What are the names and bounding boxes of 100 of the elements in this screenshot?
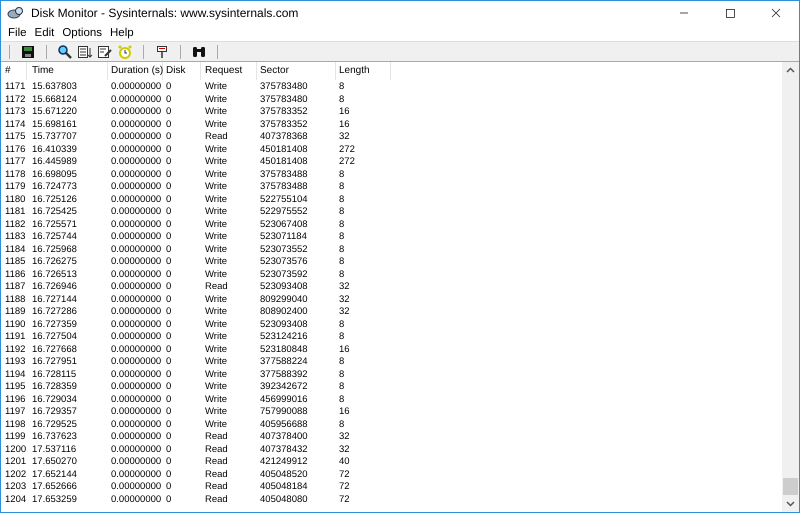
table-cell: Write [205, 118, 227, 130]
table-cell: 0 [166, 281, 172, 292]
menu-item[interactable]: File [5, 27, 32, 39]
table-cell: 0.00000000 [111, 81, 162, 92]
table-cell: 407378368 [260, 131, 308, 142]
table-cell: Write [205, 106, 227, 117]
table-cell: 405048080 [260, 494, 308, 504]
table-cell: 15.698161 [32, 118, 77, 130]
list-icon[interactable] [77, 44, 93, 60]
table-cell: Write [205, 231, 227, 242]
table-cell: 0.00000000 [111, 231, 162, 242]
table-cell: 523073592 [260, 268, 308, 280]
table-cell: 375783480 [260, 94, 308, 104]
table-cell: Write [205, 218, 227, 230]
menu-item[interactable]: Help [107, 27, 139, 39]
vertical-scrollbar[interactable] [782, 62, 799, 512]
table-cell: 1197 [5, 406, 26, 417]
table-cell: 375783488 [260, 168, 308, 180]
table-cell: 0 [166, 306, 172, 317]
table-cell: Read [205, 468, 228, 480]
table-cell: Read [205, 494, 228, 504]
table-cell: Write [205, 356, 227, 367]
table-cell: 32 [339, 131, 350, 142]
table-cell: 0.00000000 [111, 206, 162, 217]
table-cell: 375783352 [260, 118, 308, 130]
table-cell: 0.00000000 [111, 294, 162, 304]
table-cell: 0 [166, 394, 172, 404]
table-cell: 16.727504 [32, 331, 77, 342]
table-cell: 405956688 [260, 418, 308, 430]
table-cell: 16.737623 [32, 431, 77, 442]
table-cell: 8 [339, 318, 344, 330]
table-cell: Read [205, 431, 228, 442]
table-cell: 17.650270 [32, 456, 77, 467]
table-cell: 0.00000000 [111, 394, 162, 404]
table-cell: 523067408 [260, 218, 308, 230]
table-cell: Read [205, 481, 228, 492]
table-cell: 1176 [5, 144, 26, 154]
table-cell: 0 [166, 218, 172, 230]
table-cell: 1185 [5, 256, 26, 267]
table-cell: Write [205, 168, 227, 180]
table-cell: 809299040 [260, 294, 308, 304]
table-cell: Write [205, 418, 227, 430]
scrollbar-thumb[interactable] [783, 478, 798, 495]
save-icon[interactable] [20, 44, 36, 60]
table-cell: 1196 [5, 394, 26, 404]
table-cell: 0.00000000 [111, 468, 162, 480]
table-cell: 1204 [5, 494, 26, 504]
edit-icon[interactable] [97, 44, 113, 60]
table-cell: 0.00000000 [111, 256, 162, 267]
table-cell: Write [205, 294, 227, 304]
table-cell: 16 [339, 118, 350, 130]
table-cell: 0 [166, 494, 172, 504]
table-cell: 456999016 [260, 394, 308, 404]
table-cell: Write [205, 318, 227, 330]
table-cell: 16.727286 [32, 306, 77, 317]
table-cell: 16.725968 [32, 244, 77, 254]
table-cell: 450181408 [260, 156, 308, 167]
table-cell: 1179 [5, 181, 26, 192]
table-cell: 1174 [5, 118, 26, 130]
table-cell: 0 [166, 81, 172, 92]
search-icon[interactable] [57, 44, 73, 60]
table-cell: 375783488 [260, 181, 308, 192]
table-cell: 0.00000000 [111, 318, 162, 330]
table-cell: Write [205, 268, 227, 280]
table-cell: 757990088 [260, 406, 308, 417]
table-cell: 16.726513 [32, 268, 77, 280]
table-cell: 0.00000000 [111, 281, 162, 292]
table-cell: 0.00000000 [111, 431, 162, 442]
table-cell: 0 [166, 244, 172, 254]
table-cell: 0 [166, 318, 172, 330]
table-cell: 15.668124 [32, 94, 77, 104]
table-cell: 0 [166, 144, 172, 154]
table-cell: 407378400 [260, 431, 308, 442]
menu-item[interactable]: Edit [32, 27, 60, 39]
table-cell: 0.00000000 [111, 168, 162, 180]
table-cell: 0 [166, 106, 172, 117]
table-cell: 0 [166, 94, 172, 104]
table-cell: 0 [166, 418, 172, 430]
table-cell: Write [205, 331, 227, 342]
table-cell: 0 [166, 256, 172, 267]
table-cell: 1195 [5, 381, 26, 392]
table-cell: 17.652666 [32, 481, 77, 492]
table-cell: 32 [339, 281, 350, 292]
table-cell: 16.698095 [32, 168, 77, 180]
table-cell: 392342672 [260, 381, 308, 392]
table-cell: 523093408 [260, 318, 308, 330]
table-cell: 15.637803 [32, 81, 77, 92]
table-cell: 0 [166, 231, 172, 242]
table-cell: Write [205, 244, 227, 254]
table-cell: 0.00000000 [111, 368, 162, 380]
table-cell: 8 [339, 181, 344, 192]
table-cell: Read [205, 444, 228, 454]
table-cell: 16.728359 [32, 381, 77, 392]
table-cell: 16.725744 [32, 231, 77, 242]
table-cell: Write [205, 394, 227, 404]
filter-icon[interactable] [154, 44, 170, 60]
table-cell: 32 [339, 444, 350, 454]
table-cell: Write [205, 81, 227, 92]
table-cell: 1183 [5, 231, 26, 242]
menu-item[interactable]: Options [59, 27, 107, 39]
